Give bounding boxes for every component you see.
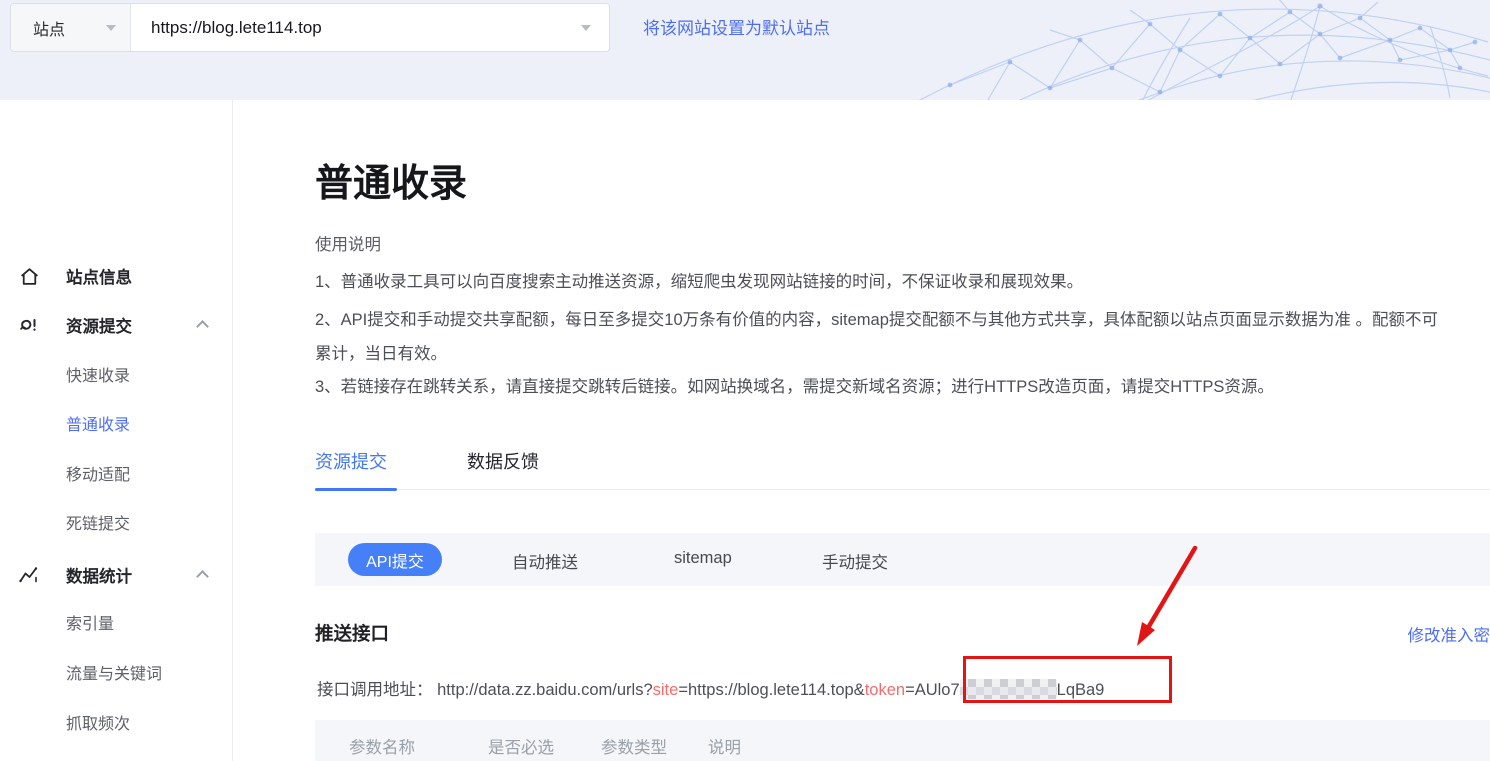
set-default-site-link[interactable]: 将该网站设置为默认站点 bbox=[643, 14, 830, 39]
topbar: 站点 https://blog.lete114.top 将该网站设置为默认站点 bbox=[0, 0, 1490, 100]
col-param-name: 参数名称 bbox=[349, 734, 415, 758]
page-title: 普通收录 bbox=[315, 152, 467, 207]
sub-tab-bar: API提交 自动推送 sitemap 手动提交 bbox=[315, 533, 1490, 586]
subtab-sitemap[interactable]: sitemap bbox=[674, 549, 732, 568]
token-highlight-box bbox=[963, 656, 1172, 703]
site-selector[interactable]: 站点 bbox=[11, 4, 131, 51]
sidebar-item-data-statistics[interactable]: 数据统计 bbox=[0, 561, 233, 589]
subtab-auto-push[interactable]: 自动推送 bbox=[512, 549, 578, 573]
col-description: 说明 bbox=[708, 734, 741, 758]
api-url-part2: =https://blog.lete114.top& bbox=[678, 681, 864, 699]
sidebar-item-crawl-frequency[interactable]: 抓取频次 bbox=[0, 708, 233, 736]
tab-data-feedback[interactable]: 数据反馈 bbox=[467, 448, 539, 474]
wireframe-globe-decoration bbox=[890, 0, 1490, 100]
col-param-type: 参数类型 bbox=[601, 734, 667, 758]
site-selector-label: 站点 bbox=[33, 16, 106, 40]
usage-line-3: 3、若链接存在跳转关系，请直接提交跳转后链接。如网站换域名，需提交新域名资源；进… bbox=[315, 373, 1274, 397]
sidebar-item-label: 站点信息 bbox=[66, 264, 132, 288]
usage-line-2: 2、API提交和手动提交共享配额，每日至多提交10万条有价值的内容，sitema… bbox=[315, 306, 1438, 330]
api-address-label: 接口调用地址： bbox=[317, 681, 433, 699]
page: 站点 https://blog.lete114.top 将该网站设置为默认站点 … bbox=[0, 0, 1490, 761]
sidebar-item-label: 资源提交 bbox=[66, 313, 132, 337]
resource-submit-icon bbox=[18, 314, 40, 336]
sidebar-item-label: 索引量 bbox=[66, 610, 114, 634]
api-token-prefix: =AUlo7 bbox=[905, 681, 960, 699]
sidebar-item-traffic-keywords[interactable]: 流量与关键词 bbox=[0, 658, 233, 686]
push-api-header: 推送接口 修改准入密 bbox=[315, 620, 1490, 646]
red-arrow-annotation bbox=[1125, 540, 1210, 652]
sidebar-item-label: 抓取频次 bbox=[66, 710, 130, 734]
chevron-up-icon[interactable] bbox=[196, 570, 209, 583]
chevron-down-icon bbox=[581, 25, 591, 31]
sidebar: 站点信息 资源提交 快速收录 普通收录 移动适配 死链提交 bbox=[0, 100, 233, 761]
sidebar-item-mobile-adaptation[interactable]: 移动适配 bbox=[0, 459, 233, 487]
active-tab-underline bbox=[315, 488, 397, 491]
sidebar-item-label: 普通收录 bbox=[66, 411, 130, 435]
tab-resource-submit[interactable]: 资源提交 bbox=[315, 448, 387, 474]
api-url-part1: http://data.zz.baidu.com/urls? bbox=[437, 681, 653, 699]
api-param-token: token bbox=[865, 681, 905, 699]
usage-line-2-wrap: 累计，当日有效。 bbox=[315, 340, 447, 364]
usage-line-1: 1、普通收录工具可以向百度搜索主动推送资源，缩短爬虫发现网站链接的时间，不保证收… bbox=[315, 268, 1083, 292]
sidebar-item-label: 数据统计 bbox=[66, 563, 132, 587]
push-api-title: 推送接口 bbox=[315, 620, 389, 646]
tab-bar: 资源提交 数据反馈 bbox=[315, 446, 1490, 490]
site-url-value: https://blog.lete114.top bbox=[151, 18, 581, 38]
sidebar-item-label: 流量与关键词 bbox=[66, 660, 162, 684]
sidebar-item-index-volume[interactable]: 索引量 bbox=[0, 608, 233, 636]
sidebar-item-quick-inclusion[interactable]: 快速收录 bbox=[0, 360, 233, 388]
site-url-dropdown[interactable]: https://blog.lete114.top bbox=[131, 4, 609, 51]
sidebar-item-label: 移动适配 bbox=[66, 461, 130, 485]
sidebar-item-label: 死链提交 bbox=[66, 510, 130, 534]
sidebar-item-normal-inclusion[interactable]: 普通收录 bbox=[0, 409, 233, 437]
home-icon bbox=[18, 265, 40, 287]
usage-heading: 使用说明 bbox=[315, 231, 381, 255]
chevron-up-icon[interactable] bbox=[196, 320, 209, 333]
parameter-table-header: 参数名称 是否必选 参数类型 说明 bbox=[315, 720, 1490, 761]
chart-icon bbox=[18, 564, 40, 586]
main-content: 普通收录 使用说明 1、普通收录工具可以向百度搜索主动推送资源，缩短爬虫发现网站… bbox=[315, 100, 1490, 761]
sidebar-item-resource-submit[interactable]: 资源提交 bbox=[0, 311, 233, 339]
sidebar-item-label: 快速收录 bbox=[66, 362, 130, 386]
subtab-manual-submit[interactable]: 手动提交 bbox=[822, 549, 888, 573]
site-selector-group: 站点 https://blog.lete114.top bbox=[10, 3, 610, 52]
subtab-api-submit[interactable]: API提交 bbox=[348, 543, 442, 576]
api-param-site: site bbox=[653, 681, 679, 699]
modify-access-key-link[interactable]: 修改准入密 bbox=[1408, 622, 1490, 646]
sidebar-item-dead-link-submit[interactable]: 死链提交 bbox=[0, 508, 233, 536]
sidebar-item-site-info[interactable]: 站点信息 bbox=[0, 262, 233, 290]
col-required: 是否必选 bbox=[488, 734, 554, 758]
chevron-down-icon bbox=[106, 25, 116, 31]
